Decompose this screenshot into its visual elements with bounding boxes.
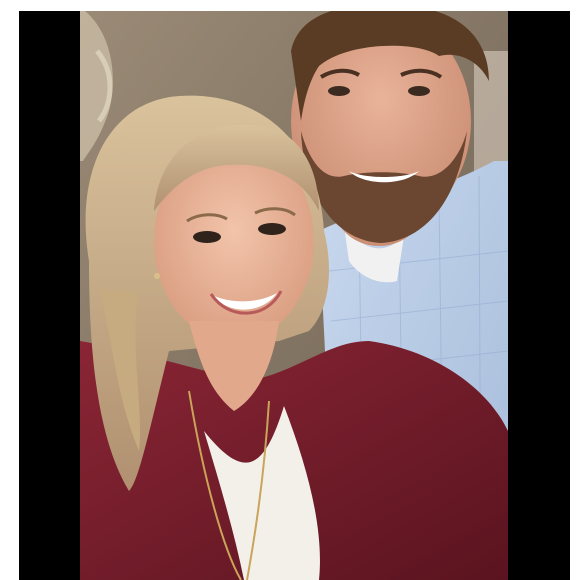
image-frame — [0, 0, 579, 580]
photo-illustration — [19, 11, 570, 580]
woman-eye-right — [258, 223, 286, 235]
woman-earring — [154, 273, 160, 279]
selfie-photo — [19, 11, 570, 580]
woman-eye-left — [193, 231, 221, 243]
photo-content — [80, 11, 509, 580]
man-eye-right — [408, 86, 430, 96]
man-eye-left — [328, 86, 350, 96]
